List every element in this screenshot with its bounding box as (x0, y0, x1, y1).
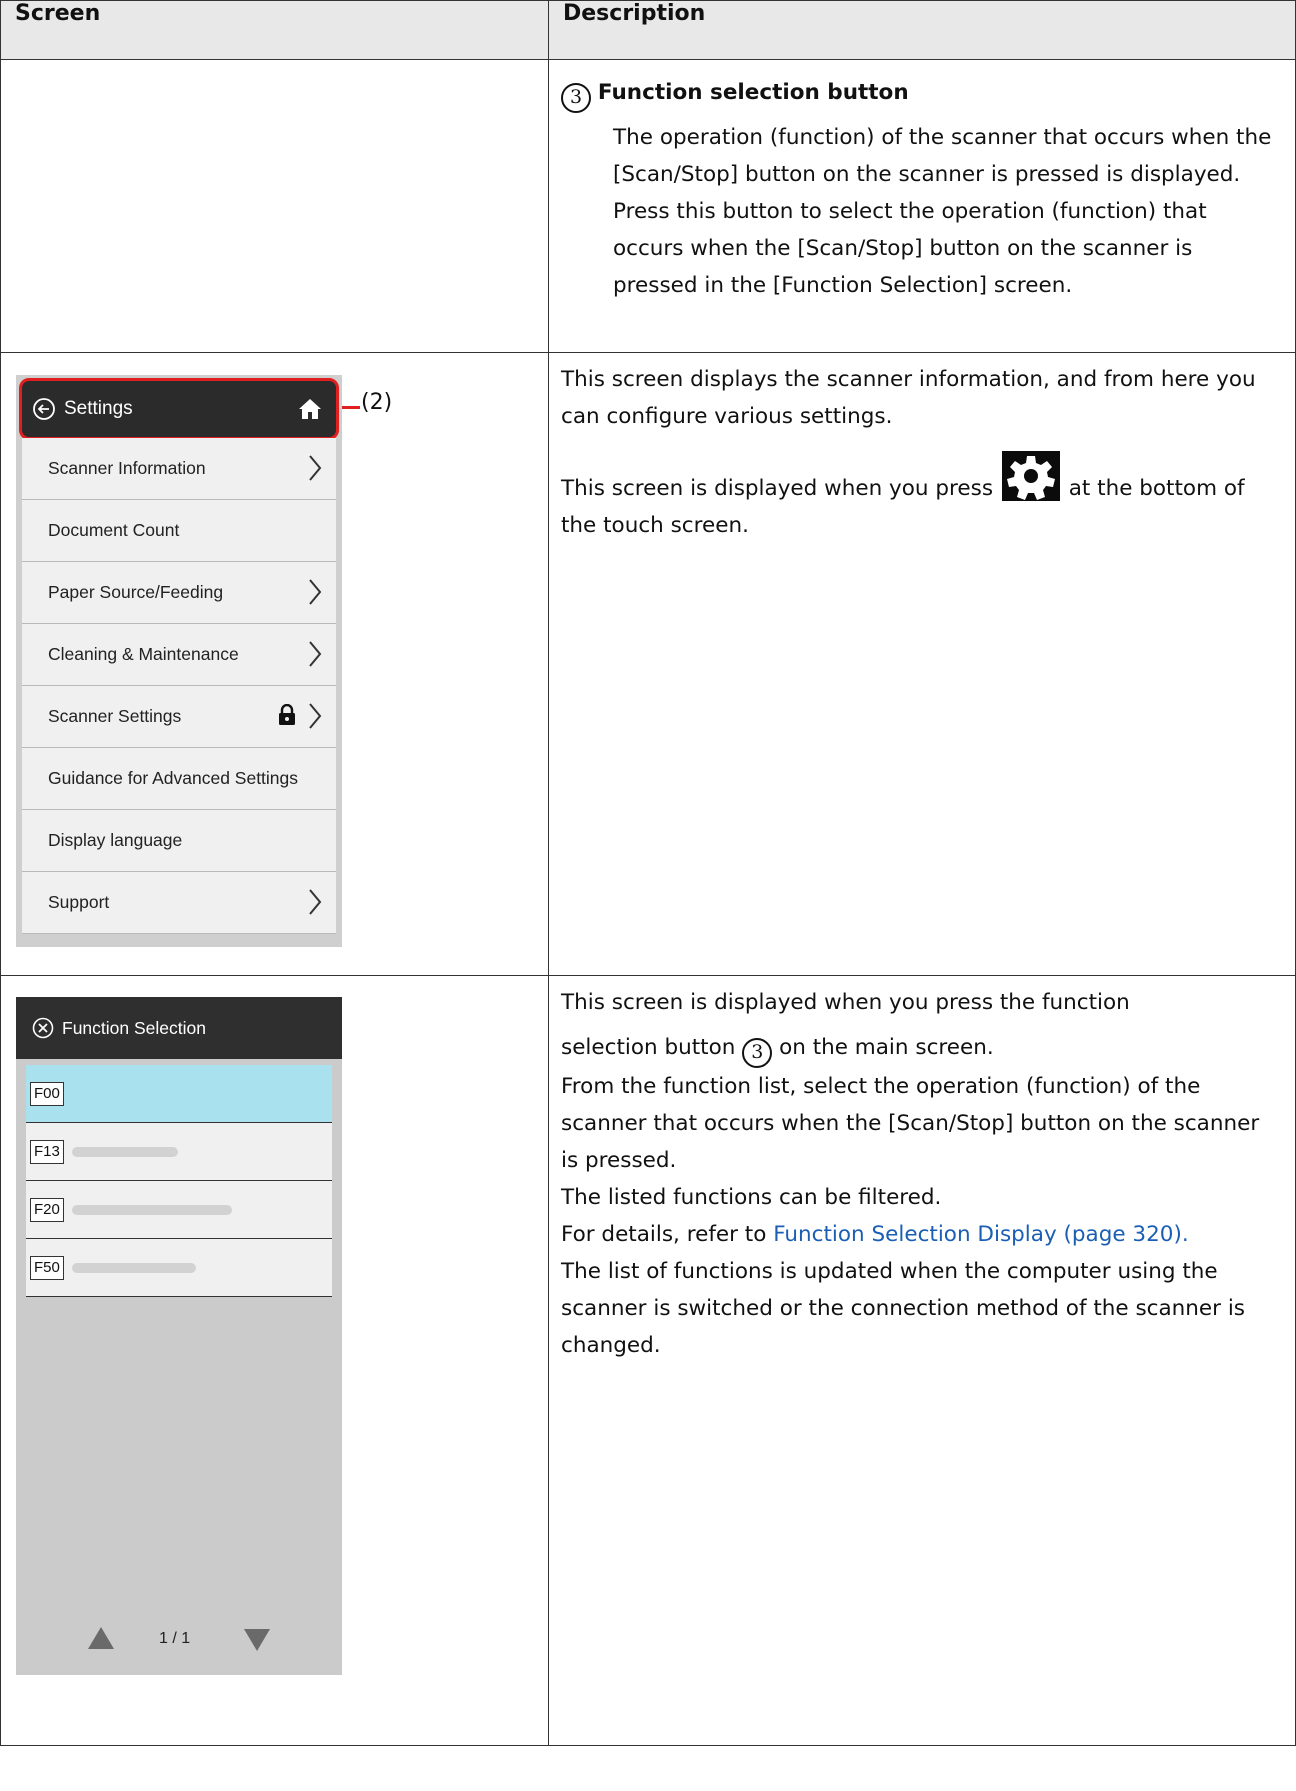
settings-screen: Settings Scanner Information Document Co… (16, 375, 342, 947)
function-code: F13 (30, 1139, 64, 1164)
page-down-arrow-icon[interactable] (242, 1627, 272, 1658)
function-code: F20 (30, 1197, 64, 1222)
settings-item-scanner-settings[interactable]: Scanner Settings (22, 686, 336, 748)
screen-cell-empty (0, 59, 549, 353)
function-code: F50 (30, 1255, 64, 1280)
chevron-right-icon (308, 578, 322, 611)
settings-item-label: Display language (48, 830, 183, 850)
page-indicator: 1 / 1 (159, 1630, 191, 1647)
settings-list: Scanner Information Document Count Paper… (22, 438, 336, 934)
chevron-right-icon (308, 702, 322, 735)
function-item-f00[interactable]: F00 (26, 1065, 332, 1123)
settings-item-document-count[interactable]: Document Count (22, 500, 336, 562)
blurred-function-name (71, 1204, 232, 1215)
function-item-f13[interactable]: F13 (26, 1123, 332, 1181)
back-arrow-icon[interactable] (32, 397, 56, 421)
function-selection-display-link[interactable]: Function Selection Display (page 320). (773, 1222, 1188, 1247)
gear-icon (1001, 451, 1060, 501)
description-text: For details, refer to (561, 1221, 767, 1247)
settings-item-label: Paper Source/Feeding (48, 582, 224, 602)
blurred-function-name (71, 1262, 196, 1273)
chevron-right-icon (308, 454, 322, 487)
chevron-right-icon (308, 888, 322, 921)
description-text: on the main screen. (779, 1035, 994, 1060)
function-selection-screen: Function Selection F00 F13 F20 F50 1 / 1 (16, 997, 342, 1675)
description-text: This screen is displayed when you press (561, 476, 994, 501)
function-selection-button-title: Function selection button (597, 80, 909, 105)
function-item-f20[interactable]: F20 (26, 1181, 332, 1239)
table-header-row: Screen Description (0, 0, 1296, 60)
table-row: 3 Function selection button The operatio… (0, 59, 1296, 353)
circled-number-3-icon: 3 (561, 82, 591, 113)
lock-icon (278, 703, 296, 731)
settings-item-label: Scanner Information (48, 458, 206, 478)
settings-item-label: Document Count (48, 520, 180, 540)
settings-item-label: Scanner Settings (48, 706, 182, 726)
settings-header: Settings (22, 381, 336, 437)
home-icon[interactable] (298, 397, 322, 427)
description-text: selection button (561, 1035, 736, 1060)
function-list: F00 F13 F20 F50 (26, 1065, 332, 1297)
description-paragraph: The operation (function) of the scanner … (613, 124, 1272, 187)
header-description: Description (548, 0, 1296, 60)
description-cell: 3 Function selection button The operatio… (548, 59, 1296, 353)
settings-item-scanner-information[interactable]: Scanner Information (22, 438, 336, 500)
settings-item-support[interactable]: Support (22, 872, 336, 934)
blurred-function-name (71, 1146, 178, 1157)
description-paragraph: Press this button to select the operatio… (613, 198, 1207, 298)
description-paragraph: The listed functions can be filtered. (561, 1184, 942, 1210)
pager-bar: 1 / 1 (16, 1605, 342, 1675)
callout-label: (2) (361, 390, 393, 415)
settings-item-label: Guidance for Advanced Settings (48, 768, 299, 788)
settings-item-paper-source-feeding[interactable]: Paper Source/Feeding (22, 562, 336, 624)
description-paragraph: This screen displays the scanner informa… (561, 367, 1256, 429)
header-screen: Screen (0, 0, 549, 60)
circled-number-3-icon: 3 (742, 1037, 773, 1068)
settings-title: Settings (64, 398, 133, 419)
function-selection-title: Function Selection (62, 1017, 206, 1038)
settings-item-guidance-advanced[interactable]: Guidance for Advanced Settings (22, 748, 336, 810)
close-icon[interactable] (32, 1017, 54, 1039)
callout-line (342, 406, 360, 409)
page-up-arrow-icon[interactable] (86, 1625, 116, 1656)
settings-item-cleaning-maintenance[interactable]: Cleaning & Maintenance (22, 624, 336, 686)
description-cell: This screen displays the scanner informa… (548, 352, 1296, 976)
function-item-f50[interactable]: F50 (26, 1239, 332, 1297)
function-code: F00 (30, 1081, 64, 1106)
chevron-right-icon (308, 640, 322, 673)
settings-item-label: Cleaning & Maintenance (48, 644, 239, 664)
description-paragraph: From the function list, select the opera… (561, 1073, 1260, 1173)
settings-item-display-language[interactable]: Display language (22, 810, 336, 872)
function-selection-header: Function Selection (16, 997, 342, 1059)
description-paragraph: The list of functions is updated when th… (561, 1258, 1246, 1358)
description-cell: This screen is displayed when you press … (548, 975, 1296, 1746)
settings-item-label: Support (48, 892, 110, 912)
description-paragraph: This screen is displayed when you press … (561, 990, 1130, 1015)
